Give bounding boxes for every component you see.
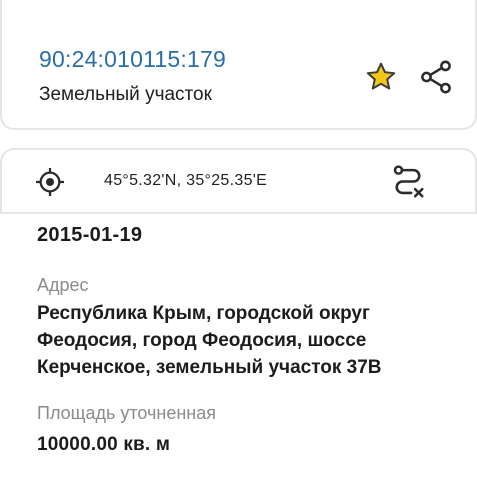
route-button[interactable] — [388, 162, 428, 202]
coordinates-bar: 45°5.32'N, 35°25.35'E — [0, 148, 477, 214]
star-icon — [366, 62, 396, 90]
favorite-button[interactable] — [362, 58, 400, 96]
coordinates-text[interactable]: 45°5.32'N, 35°25.35'E — [104, 172, 267, 190]
object-type-label: Земельный участок — [39, 84, 212, 105]
address-label: Адрес — [37, 275, 89, 295]
cadastral-number[interactable]: 90:24:010115:179 — [39, 46, 226, 73]
object-header-card: 90:24:010115:179 Земельный участок — [0, 0, 477, 130]
route-icon — [393, 165, 424, 198]
locate-button[interactable] — [32, 164, 68, 200]
share-icon — [421, 60, 451, 94]
object-details-screen: 90:24:010115:179 Земельный участок 45°5.… — [0, 0, 477, 480]
area-value[interactable]: 10000.00 кв. м — [37, 434, 457, 456]
area-label: Площадь уточненная — [37, 403, 216, 423]
address-value[interactable]: Республика Крым, городской округ Феодоси… — [37, 300, 397, 381]
share-button[interactable] — [415, 56, 457, 98]
details-section: 2015-01-19 Адрес Республика Крым, городс… — [37, 222, 457, 456]
registration-date: 2015-01-19 — [37, 224, 143, 246]
crosshair-icon — [36, 168, 64, 196]
